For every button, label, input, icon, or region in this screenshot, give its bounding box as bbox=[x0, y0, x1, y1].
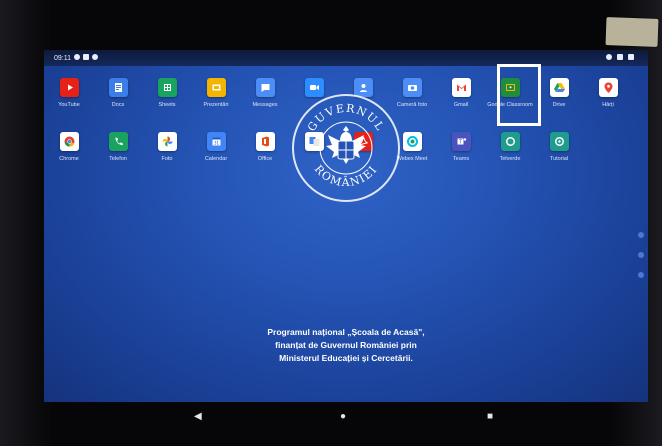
app-slides[interactable]: Prezentări bbox=[192, 78, 240, 108]
app-label: Gmail bbox=[453, 102, 469, 108]
program-text-line-2: finanțat de Guvernul României prin bbox=[275, 340, 417, 350]
page-indicator-dot bbox=[638, 232, 644, 238]
app-label: Hărți bbox=[602, 102, 614, 108]
signal-icon bbox=[617, 54, 623, 60]
app-label: Docs bbox=[111, 102, 125, 108]
app-label: Foto bbox=[161, 156, 173, 162]
settings-notification-icon bbox=[74, 54, 80, 60]
gmail-icon bbox=[451, 78, 471, 97]
app-label: Chrome bbox=[59, 156, 79, 162]
government-emblem: GUVERNUL ROMÂNIEI bbox=[292, 94, 400, 202]
page-indicator-dot bbox=[638, 252, 644, 258]
app-office[interactable]: Office bbox=[241, 132, 289, 162]
app-phone[interactable]: Telefon bbox=[94, 132, 142, 162]
app-calendar[interactable]: 31 Calendar bbox=[192, 132, 240, 162]
program-announcement: Programul național „Școala de Acasă", fi… bbox=[196, 326, 496, 365]
docs-icon bbox=[108, 78, 128, 97]
emblem-bottom-text: ROMÂNIEI bbox=[312, 163, 379, 190]
status-notification-icons bbox=[74, 54, 98, 60]
app-gmail[interactable]: Gmail bbox=[437, 78, 485, 108]
battery-icon bbox=[628, 54, 634, 60]
svg-text:ROMÂNIEI: ROMÂNIEI bbox=[312, 163, 380, 190]
page-indicator-dot bbox=[638, 272, 644, 278]
back-button[interactable]: ◀ bbox=[194, 412, 202, 422]
status-time: 09:11 bbox=[54, 55, 71, 62]
app-label: Office bbox=[257, 156, 273, 162]
app-teams[interactable]: T Teams bbox=[437, 132, 485, 162]
app-label: YouTube bbox=[58, 102, 80, 108]
webex-icon bbox=[402, 132, 422, 151]
home-button[interactable]: ● bbox=[340, 412, 346, 422]
app-telverde[interactable]: Telverde bbox=[486, 132, 534, 162]
shield-notification-icon bbox=[83, 54, 89, 60]
app-label: Sheets bbox=[158, 102, 176, 108]
zoom-icon bbox=[304, 78, 324, 97]
app-youtube[interactable]: YouTube bbox=[45, 78, 93, 108]
slides-icon bbox=[206, 78, 226, 97]
youtube-icon bbox=[59, 78, 79, 97]
emblem-graphic: GUVERNUL ROMÂNIEI bbox=[305, 102, 386, 190]
program-text-line-3: Ministerul Educației și Cercetării. bbox=[279, 353, 413, 363]
status-system-icons bbox=[606, 54, 634, 60]
bezel-sticker bbox=[605, 17, 659, 47]
app-label: Telefon bbox=[109, 156, 127, 162]
sheets-icon bbox=[157, 78, 177, 97]
phone-icon bbox=[108, 132, 128, 151]
tutorial-icon bbox=[549, 132, 569, 151]
maps-icon bbox=[598, 78, 618, 97]
app-label: Telverde bbox=[499, 156, 521, 162]
navigation-bar: ◀ ● ■ bbox=[44, 404, 648, 430]
app-label: Calendar bbox=[204, 156, 228, 162]
app-label: Teams bbox=[452, 156, 470, 162]
app-drive[interactable]: Drive bbox=[535, 78, 583, 108]
page-indicators bbox=[638, 232, 644, 278]
chrome-icon bbox=[59, 132, 79, 151]
program-text-line-1: Programul național „Școala de Acasă", bbox=[267, 327, 425, 337]
app-maps[interactable]: Hărți bbox=[584, 78, 632, 108]
person-notification-icon bbox=[92, 54, 98, 60]
recents-button[interactable]: ■ bbox=[487, 412, 493, 422]
teams-icon: T bbox=[451, 132, 471, 151]
app-photos[interactable]: Foto bbox=[143, 132, 191, 162]
photos-icon bbox=[157, 132, 177, 151]
camera-icon bbox=[402, 78, 422, 97]
app-docs[interactable]: Docs bbox=[94, 78, 142, 108]
app-label: Messages bbox=[252, 102, 278, 108]
app-tutorial[interactable]: Tutorial bbox=[535, 132, 583, 162]
svg-text:31: 31 bbox=[213, 141, 219, 146]
app-sheets[interactable]: Sheets bbox=[143, 78, 191, 108]
drive-icon bbox=[549, 78, 569, 97]
app-label: Drive bbox=[552, 102, 566, 108]
messages-icon bbox=[255, 78, 275, 97]
app-label: Tutorial bbox=[549, 156, 569, 162]
calendar-icon: 31 bbox=[206, 132, 226, 151]
telverde-icon bbox=[500, 132, 520, 151]
app-messages[interactable]: Messages bbox=[241, 78, 289, 108]
status-bar: 09:11 bbox=[44, 50, 648, 66]
tablet-screen: 09:11 YouTube Docs Sheets Prezentări Message… bbox=[44, 50, 648, 402]
app-label: Prezentări bbox=[203, 102, 229, 108]
office-icon bbox=[255, 132, 275, 151]
wifi-icon bbox=[606, 54, 612, 60]
app-chrome[interactable]: Chrome bbox=[45, 132, 93, 162]
classroom-highlight-box bbox=[497, 64, 541, 126]
